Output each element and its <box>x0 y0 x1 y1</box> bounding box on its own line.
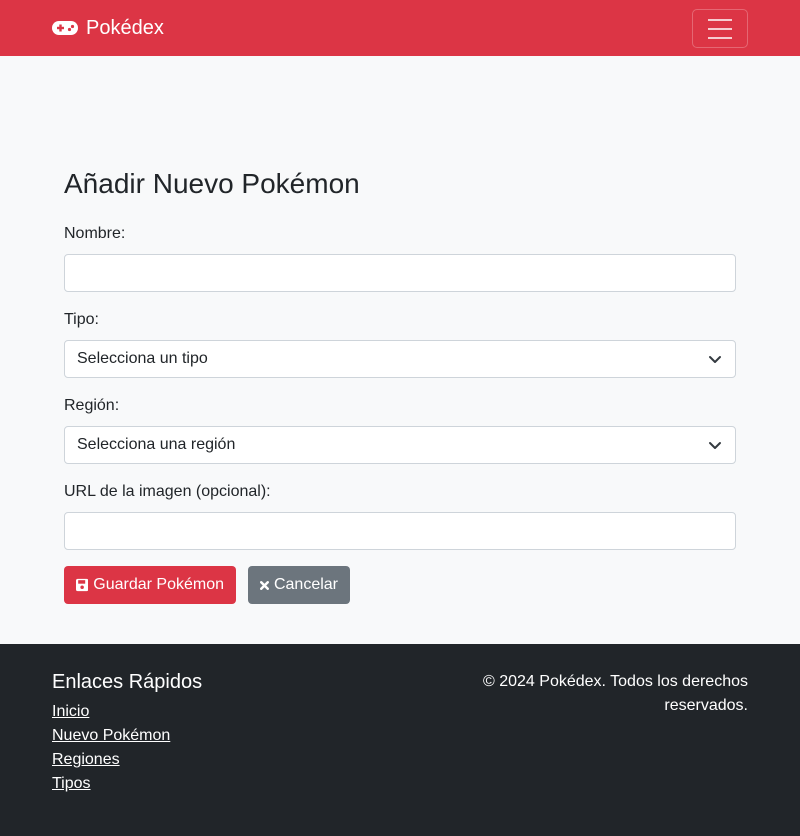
copyright-text: © 2024 Pokédex. Todos los derechos reser… <box>483 673 748 714</box>
x-icon <box>260 580 269 590</box>
navbar-toggler-button[interactable] <box>692 9 748 48</box>
hamburger-menu-icon <box>708 27 732 30</box>
region-select[interactable]: Selecciona una región <box>64 426 736 464</box>
list-item: Tipos <box>52 774 170 798</box>
quick-links-list: Inicio Nuevo Pokémon Regiones Tipos <box>52 702 170 798</box>
footer-link-tipos[interactable]: Tipos <box>52 775 91 792</box>
footer-link-nuevo-pokemon[interactable]: Nuevo Pokémon <box>52 727 170 744</box>
chevron-down-icon <box>709 356 721 363</box>
hamburger-menu-icon <box>708 18 732 21</box>
chevron-down-icon <box>709 442 721 449</box>
region-select-value: Selecciona una región <box>77 436 236 453</box>
type-label: Tipo: <box>64 311 99 328</box>
image-url-label: URL de la imagen (opcional): <box>64 483 271 500</box>
region-label: Región: <box>64 397 120 414</box>
cancel-button[interactable]: Cancelar <box>248 566 350 604</box>
footer-link-regiones[interactable]: Regiones <box>52 751 120 768</box>
footer-heading: Enlaces Rápidos <box>52 671 203 693</box>
brand-text: Pokédex <box>86 16 164 39</box>
type-select-value: Selecciona un tipo <box>77 350 208 367</box>
list-item: Nuevo Pokémon <box>52 726 170 750</box>
gamepad-icon <box>52 21 78 35</box>
save-button-label: Guardar Pokémon <box>93 576 224 593</box>
name-label: Nombre: <box>64 225 126 242</box>
floppy-disk-icon <box>76 578 89 592</box>
cancel-button-label: Cancelar <box>273 576 338 593</box>
name-input[interactable] <box>64 254 736 292</box>
navbar: Pokédex <box>0 0 800 56</box>
list-item: Regiones <box>52 750 170 774</box>
image-url-input[interactable] <box>64 512 736 550</box>
brand-link[interactable]: Pokédex <box>52 16 164 40</box>
type-select[interactable]: Selecciona un tipo <box>64 340 736 378</box>
footer-link-inicio[interactable]: Inicio <box>52 703 89 720</box>
save-pokemon-button[interactable]: Guardar Pokémon <box>64 566 236 604</box>
footer: Enlaces Rápidos Inicio Nuevo Pokémon Reg… <box>0 644 800 836</box>
hamburger-menu-icon <box>708 36 732 39</box>
page-title: Añadir Nuevo Pokémon <box>64 168 360 199</box>
list-item: Inicio <box>52 702 170 726</box>
